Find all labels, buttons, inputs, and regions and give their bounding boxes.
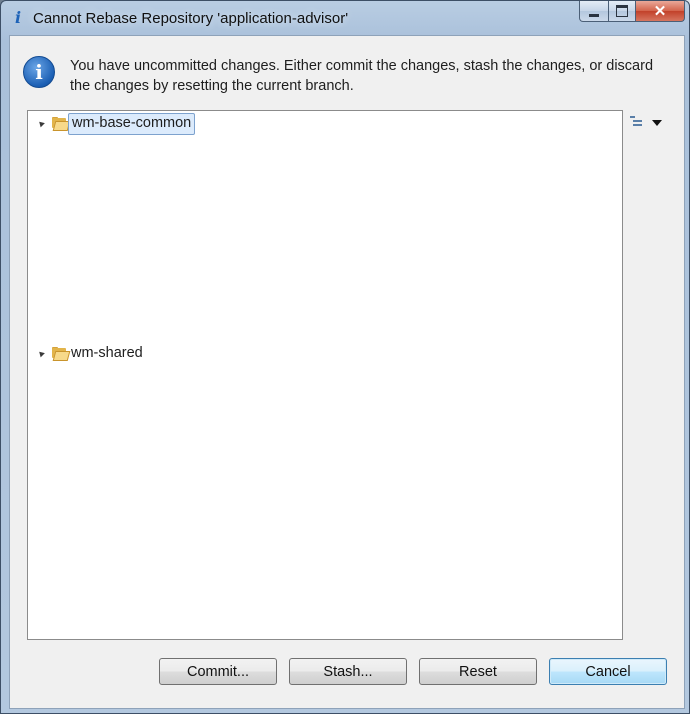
- window-controls: ✕: [579, 1, 685, 23]
- view-menu[interactable]: [630, 114, 670, 132]
- folder-open-icon: [52, 347, 71, 361]
- folder-open-icon: [52, 117, 71, 131]
- window-title: Cannot Rebase Repository 'application-ad…: [33, 10, 349, 27]
- collapse-icon[interactable]: [37, 349, 45, 358]
- close-icon: ✕: [653, 3, 667, 20]
- commit-button[interactable]: Commit...: [159, 658, 277, 685]
- close-button[interactable]: ✕: [636, 1, 685, 22]
- dialog-message: You have uncommitted changes. Either com…: [70, 58, 654, 94]
- stash-button[interactable]: Stash...: [289, 658, 407, 685]
- minimize-button[interactable]: [579, 1, 609, 22]
- tree-item[interactable]: wm-base-common: [28, 113, 618, 135]
- cancel-button[interactable]: Cancel: [549, 658, 667, 685]
- dialog-window: i Cannot Rebase Repository 'application-…: [0, 0, 690, 714]
- collapse-icon[interactable]: [37, 119, 45, 128]
- reset-button[interactable]: Reset: [419, 658, 537, 685]
- info-icon: i: [23, 56, 55, 88]
- tree-layout-icon[interactable]: [630, 116, 642, 128]
- changes-tree[interactable]: wm-base-common wm-shared: [27, 110, 623, 640]
- info-icon: i: [14, 8, 22, 27]
- minimize-icon: [589, 13, 599, 17]
- tree-item[interactable]: wm-shared: [28, 343, 618, 365]
- tree-item-label[interactable]: wm-shared: [68, 343, 146, 363]
- maximize-icon: [616, 5, 628, 17]
- dropdown-arrow-icon[interactable]: [652, 120, 662, 126]
- title-bar[interactable]: i Cannot Rebase Repository 'application-…: [1, 1, 690, 35]
- dialog-body: i You have uncommitted changes. Either c…: [9, 35, 685, 709]
- maximize-button[interactable]: [609, 1, 636, 22]
- tree-item-label[interactable]: wm-base-common: [68, 113, 196, 135]
